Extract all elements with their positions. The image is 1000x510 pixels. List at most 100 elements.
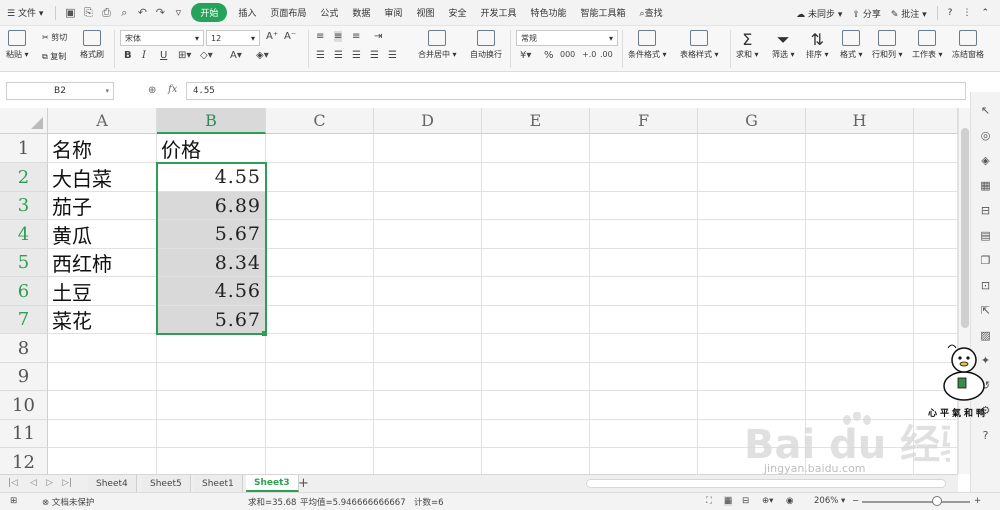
empty-cell[interactable] [590, 134, 698, 163]
empty-cell[interactable] [48, 420, 157, 448]
help-circle-icon[interactable]: ? [979, 428, 993, 442]
cell-b4[interactable]: 5.67 [157, 220, 266, 249]
print-preview-icon[interactable]: ⌕ [116, 5, 132, 21]
cell-a5[interactable]: 西红柿 [48, 249, 157, 277]
row-header-6[interactable]: 6 [0, 277, 48, 306]
insert-function-button[interactable]: fx [168, 84, 177, 95]
increase-font-icon[interactable]: A⁺ [266, 31, 278, 42]
help-button[interactable]: ? [943, 8, 958, 18]
empty-cell[interactable] [698, 363, 806, 391]
empty-cell[interactable] [374, 163, 482, 192]
empty-cell[interactable] [698, 334, 806, 363]
empty-cell[interactable] [157, 391, 266, 420]
share-button[interactable]: ⇪ 分享 [847, 7, 885, 20]
empty-cell[interactable] [48, 448, 157, 474]
tab-home[interactable]: 开始 [191, 3, 228, 22]
sheet-tab-sheet3[interactable]: Sheet3 [246, 475, 299, 492]
empty-cell[interactable] [157, 420, 266, 448]
empty-cell[interactable] [698, 134, 806, 163]
fill-color-icon[interactable]: ◇▾ [200, 50, 213, 61]
empty-cell[interactable] [806, 249, 914, 277]
empty-cell[interactable] [266, 249, 374, 277]
prev-sheet-icon[interactable]: ◁ [30, 478, 37, 488]
cell-a6[interactable]: 土豆 [48, 277, 157, 306]
empty-cell[interactable] [590, 163, 698, 192]
macro-icon[interactable]: ⊞ [10, 496, 17, 506]
empty-cell[interactable] [482, 448, 590, 474]
empty-cell[interactable] [374, 277, 482, 306]
empty-cell[interactable] [590, 391, 698, 420]
align-middle-icon[interactable]: ≡ [334, 31, 343, 42]
empty-cell[interactable] [482, 277, 590, 306]
next-sheet-icon[interactable]: ▷ [46, 478, 53, 488]
empty-cell[interactable] [806, 192, 914, 220]
cell-b7[interactable]: 5.67 [157, 306, 266, 334]
freeze-panes-button[interactable]: 冻结窗格 [952, 30, 984, 60]
empty-cell[interactable] [157, 334, 266, 363]
empty-cell[interactable] [590, 306, 698, 334]
cell-b3[interactable]: 6.89 [157, 192, 266, 220]
dashboard-icon[interactable]: ⊟ [979, 203, 993, 217]
link-icon[interactable]: ⇱ [979, 303, 993, 317]
number-format-select[interactable]: 常规 ▾ [516, 30, 618, 46]
empty-cell[interactable] [914, 306, 958, 334]
font-color-icon[interactable]: A▾ [230, 50, 242, 61]
empty-cell[interactable] [266, 134, 374, 163]
decrease-decimal-icon[interactable]: .00 [600, 50, 613, 59]
wrap-text-button[interactable]: 自动换行 [470, 30, 502, 60]
image-icon[interactable]: ⊡ [979, 278, 993, 292]
underline-button[interactable]: U [160, 50, 167, 61]
empty-cell[interactable] [482, 163, 590, 192]
empty-cell[interactable] [806, 220, 914, 249]
column-header-c[interactable]: C [266, 108, 374, 134]
table-panel-icon[interactable]: ▦ [979, 178, 993, 192]
empty-cell[interactable] [590, 277, 698, 306]
empty-cell[interactable] [806, 277, 914, 306]
empty-cell[interactable] [374, 220, 482, 249]
empty-cell[interactable] [482, 220, 590, 249]
sheet-tab-sheet1[interactable]: Sheet1 [194, 475, 243, 492]
empty-cell[interactable] [590, 420, 698, 448]
zoom-slider[interactable] [862, 501, 970, 503]
row-header-1[interactable]: 1 [0, 134, 48, 163]
empty-cell[interactable] [698, 306, 806, 334]
select-all-corner[interactable] [0, 108, 48, 134]
cell-a4[interactable]: 黄瓜 [48, 220, 157, 249]
tab-review[interactable]: 审阅 [377, 6, 409, 19]
focus-mode-icon[interactable]: ⛶ [706, 496, 712, 506]
empty-cell[interactable] [914, 163, 958, 192]
cell-a1[interactable]: 名称 [48, 134, 157, 163]
empty-cell[interactable] [482, 192, 590, 220]
vertical-scrollbar[interactable] [958, 108, 970, 474]
empty-cell[interactable] [266, 306, 374, 334]
sheet-tab-sheet5[interactable]: Sheet5 [142, 475, 191, 492]
comment-button[interactable]: ✎ 批注 ▾ [886, 7, 932, 20]
empty-cell[interactable] [482, 363, 590, 391]
save-icon[interactable]: ▣ [62, 5, 78, 21]
empty-cell[interactable] [266, 334, 374, 363]
empty-cell[interactable] [374, 134, 482, 163]
row-header-5[interactable]: 5 [0, 249, 48, 277]
column-header-h[interactable]: H [806, 108, 914, 134]
empty-cell[interactable] [482, 391, 590, 420]
horizontal-scrollbar[interactable] [586, 479, 946, 488]
empty-cell[interactable] [266, 448, 374, 474]
page-layout-view-icon[interactable]: ⊕▾ [762, 496, 773, 506]
tab-features[interactable]: 特色功能 [523, 6, 573, 19]
row-header-7[interactable]: 7 [0, 306, 48, 334]
row-header-2[interactable]: 2 [0, 163, 48, 192]
justify-icon[interactable]: ☰ [370, 50, 379, 61]
merge-center-button[interactable]: 合并居中 ▾ [418, 30, 457, 60]
empty-cell[interactable] [698, 277, 806, 306]
column-header-f[interactable]: F [590, 108, 698, 134]
empty-cell[interactable] [806, 134, 914, 163]
column-header-d[interactable]: D [374, 108, 482, 134]
font-size-select[interactable]: 12 ▾ [206, 30, 260, 46]
add-sheet-icon[interactable]: + [298, 476, 309, 491]
file-menu[interactable]: ☰ 文件 ▾ [0, 6, 50, 19]
empty-cell[interactable] [374, 391, 482, 420]
formula-input[interactable]: 4.55 [186, 82, 966, 100]
empty-cell[interactable] [266, 277, 374, 306]
empty-cell[interactable] [157, 448, 266, 474]
empty-cell[interactable] [266, 220, 374, 249]
